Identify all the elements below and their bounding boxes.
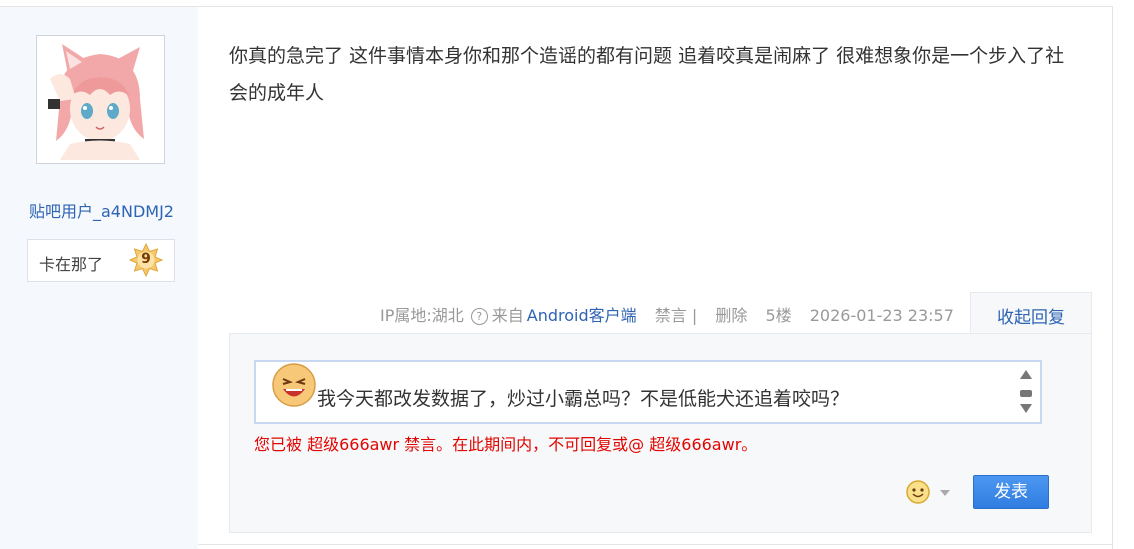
level-number: 9 (141, 251, 151, 267)
avatar[interactable] (36, 35, 165, 164)
smiley-icon (906, 480, 930, 504)
delete-link[interactable]: 删除 (715, 306, 747, 325)
editor-text: 我今天都改发数据了，炒过小霸总吗？不是低能犬还追着咬吗？ (317, 388, 850, 410)
post-tail: IP属地:湖北? 来自 Android客户端 禁言 | 删除 5楼 2026-01-… (380, 302, 957, 326)
username-link[interactable]: 贴吧用户_a4NDMJ2 (0, 198, 203, 222)
ip-location: IP属地:湖北 (380, 306, 464, 325)
post-content: 你真的急完了 这件事情本身你和那个造谣的都有问题 追着咬真是闹麻了 很难想象你是… (229, 45, 1065, 104)
collapse-replies-label: 收起回复 (997, 308, 1065, 328)
level-box[interactable]: 卡在那了 9 (27, 239, 175, 282)
ban-notice: 您已被 超级666awr 禁言。在此期间内，不可回复或@ 超级666awr。 (254, 435, 758, 454)
scroll-up-arrow[interactable] (1020, 370, 1032, 379)
laughing-emoji-icon (272, 363, 316, 407)
right-divider (1112, 6, 1113, 549)
submit-button[interactable]: 发表 (973, 475, 1049, 509)
ban-link[interactable]: 禁言 | (655, 306, 697, 325)
collapse-replies-tab[interactable]: 收起回复 (970, 292, 1092, 334)
emoji-picker-button[interactable] (906, 480, 952, 504)
anime-catgirl-avatar-icon (40, 39, 161, 160)
help-icon[interactable]: ? (470, 308, 488, 325)
level-title: 卡在那了 (39, 255, 104, 274)
post-datetime: 2026-01-23 23:57 (809, 306, 954, 325)
scrollbar-thumb[interactable] (1020, 390, 1032, 397)
reply-editor[interactable]: 我今天都改发数据了，炒过小霸总吗？不是低能犬还追着咬吗？ (254, 360, 1042, 424)
level-badge: 9 (129, 243, 163, 277)
floor-number: 5楼 (765, 306, 792, 325)
scroll-down-arrow[interactable] (1020, 404, 1032, 413)
bottom-divider (198, 544, 1113, 545)
chevron-down-icon (940, 490, 950, 496)
from-prefix: 来自 (491, 306, 524, 325)
client-link[interactable]: Android客户端 (527, 306, 637, 325)
